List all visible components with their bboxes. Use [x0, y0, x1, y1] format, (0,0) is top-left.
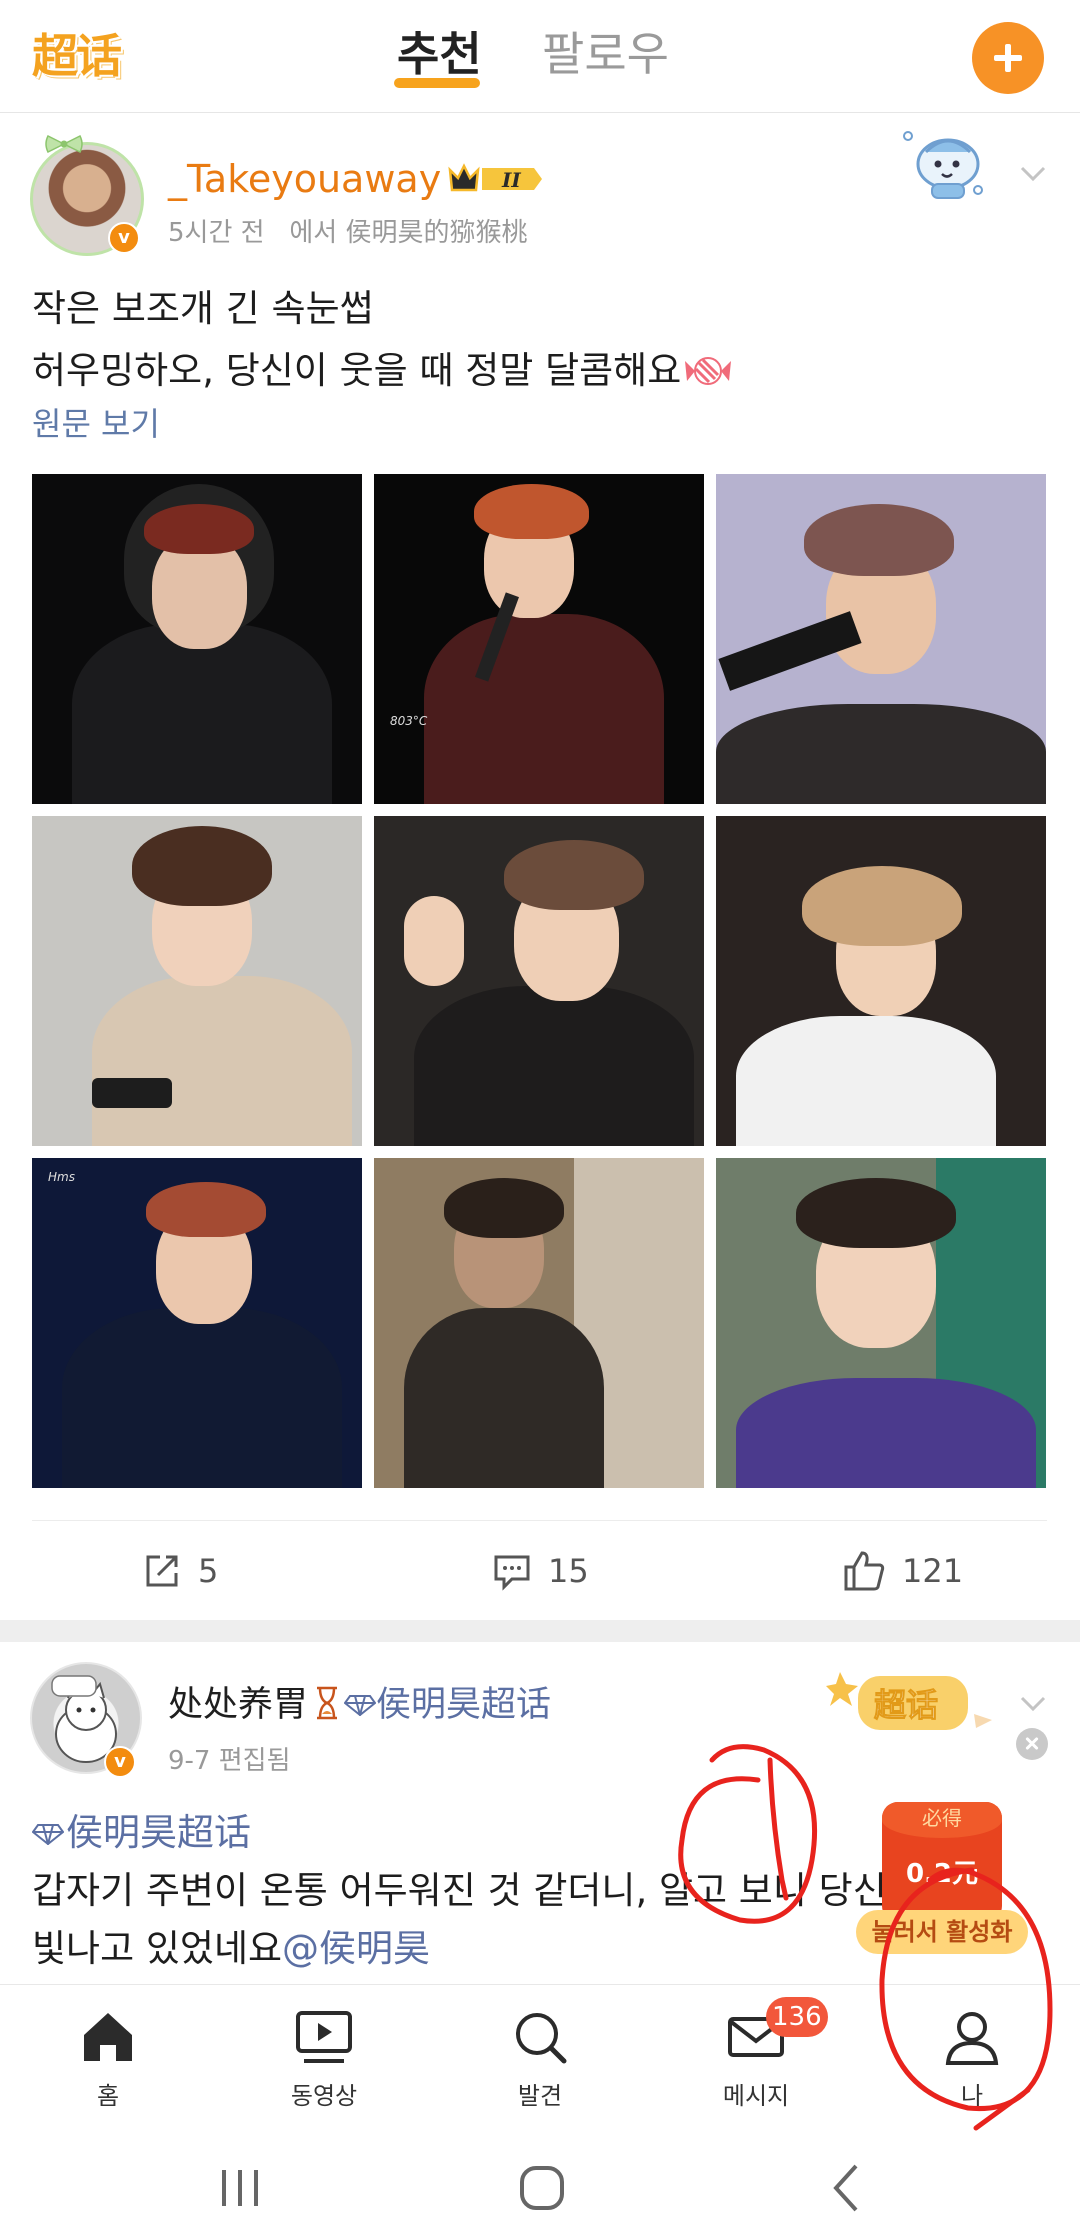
home-icon	[84, 2013, 132, 2061]
nav-me[interactable]: 나	[864, 1985, 1080, 2131]
post2-topic[interactable]: 侯明昊超话	[376, 1685, 551, 1725]
diamond-icon	[344, 1695, 377, 1716]
profile-icon	[945, 2012, 999, 2065]
tab-recommend[interactable]: 추천	[397, 26, 482, 82]
home-button-icon[interactable]	[512, 2158, 572, 2218]
post-text-line-2: 허우밍하오, 당신이 웃을 때 정말 달콤해요	[32, 349, 682, 392]
post-time: 5시간 전	[168, 218, 265, 248]
logo-text: 超话	[32, 29, 122, 83]
top-bar: 超话 추천 팔로우	[0, 0, 1080, 113]
post-meta: 5시간 전 에서 侯明昊的猕猴桃	[168, 216, 527, 250]
like-count: 121	[902, 1552, 964, 1590]
photo-8[interactable]	[374, 1158, 704, 1488]
nav-video[interactable]: 동영상	[216, 1985, 432, 2131]
mention-link[interactable]: @侯明昊	[282, 1927, 430, 1970]
comment-icon	[494, 1555, 530, 1591]
post-source[interactable]: 에서 侯明昊的猕猴桃	[289, 218, 527, 248]
photo-3[interactable]	[716, 474, 1046, 804]
photo-watermark: 803°C	[390, 714, 428, 728]
add-button[interactable]	[972, 22, 1044, 94]
verified-badge-icon: v	[108, 222, 140, 254]
hourglass-icon	[317, 1686, 338, 1720]
post-separator	[0, 1620, 1080, 1642]
nav-messages[interactable]: 136 메시지	[648, 1985, 864, 2131]
crown-level-badge-icon: II	[448, 163, 542, 192]
comment-button[interactable]: 15	[492, 1547, 632, 1595]
chaohua-badge-icon[interactable]: 超话	[826, 1664, 994, 1736]
red-packet-value: 0.2元	[905, 1859, 979, 1889]
photo-watermark-2: Hms	[48, 1170, 75, 1184]
post-text: 작은 보조개 긴 속눈썹 허우밍하오, 당신이 웃을 때 정말 달콤해요	[32, 278, 732, 402]
bottom-nav: 홈 동영상 발견 136 메시지 나	[0, 1984, 1080, 2131]
repost-button[interactable]: 5	[142, 1547, 262, 1595]
photo-7[interactable]: Hms	[32, 1158, 362, 1488]
post2-topic-tag[interactable]: 侯明昊超话	[66, 1811, 251, 1854]
back-icon[interactable]	[818, 2158, 878, 2218]
video-icon	[296, 2011, 352, 2063]
bow-decoration-icon	[45, 134, 83, 154]
photo-2[interactable]: 803°C	[374, 474, 704, 804]
photo-5[interactable]	[374, 816, 704, 1146]
nav-discover-label: 발견	[517, 2082, 563, 2110]
username-2: 处处养胃 侯明昊超话	[168, 1682, 551, 1728]
comment-count: 15	[548, 1552, 589, 1590]
message-count-badge: 136	[766, 1997, 828, 2037]
activate-button[interactable]: 눌러서 활성화	[856, 1910, 1028, 1954]
chaohua-badge-text: 超话	[874, 1686, 938, 1724]
chevron-down-icon[interactable]	[1018, 158, 1048, 188]
photo-6[interactable]	[716, 816, 1046, 1146]
repost-icon	[146, 1555, 178, 1587]
level-badge-text: II	[501, 168, 521, 192]
recent-apps-icon[interactable]	[210, 2158, 270, 2218]
system-navigation-bar	[0, 2130, 1080, 2239]
post2-meta: 9-7 편집됨	[168, 1746, 291, 1776]
nav-messages-label: 메시지	[722, 2082, 790, 2110]
search-icon	[516, 2013, 567, 2064]
post-text-line-1: 작은 보조개 긴 속눈썹	[32, 287, 374, 330]
username[interactable]: _Takeyouaway	[168, 156, 441, 202]
post2-username[interactable]: 处处养胃	[168, 1685, 308, 1725]
active-tab-indicator	[394, 78, 480, 88]
view-original-link[interactable]: 원문 보기	[32, 402, 160, 446]
photo-4[interactable]	[32, 816, 362, 1146]
nav-me-label: 나	[960, 2082, 984, 2110]
repost-count: 5	[198, 1552, 219, 1590]
photo-grid: 803°C Hms	[32, 474, 1047, 1489]
chaohua-logo[interactable]: 超话	[32, 30, 124, 88]
verified-badge-icon-2: v	[104, 1746, 136, 1778]
photo-1[interactable]	[32, 474, 362, 804]
nav-discover[interactable]: 발견	[432, 1985, 648, 2131]
nav-home-label: 홈	[96, 2082, 120, 2110]
photo-9[interactable]	[716, 1158, 1046, 1488]
diamond-topic-icon	[32, 1824, 64, 1845]
tab-follow[interactable]: 팔로우	[542, 26, 669, 82]
post-actions: 5 15 121	[32, 1520, 1047, 1621]
close-icon[interactable]	[1016, 1728, 1048, 1760]
red-packet-widget[interactable]: 必得 0.2元	[882, 1802, 1002, 1922]
like-button[interactable]: 121	[842, 1547, 1002, 1595]
thumbs-up-icon	[844, 1551, 885, 1591]
chevron-down-icon-2[interactable]	[1018, 1688, 1048, 1718]
post2-text-b: 빛나고 있었네요	[32, 1927, 283, 1970]
nav-home[interactable]: 홈	[0, 1985, 216, 2131]
nav-video-label: 동영상	[290, 2082, 358, 2110]
red-packet-must-get: 必得	[922, 1806, 962, 1830]
mascot-sticker-icon[interactable]	[898, 124, 988, 202]
candy-emoji-icon	[685, 357, 732, 385]
